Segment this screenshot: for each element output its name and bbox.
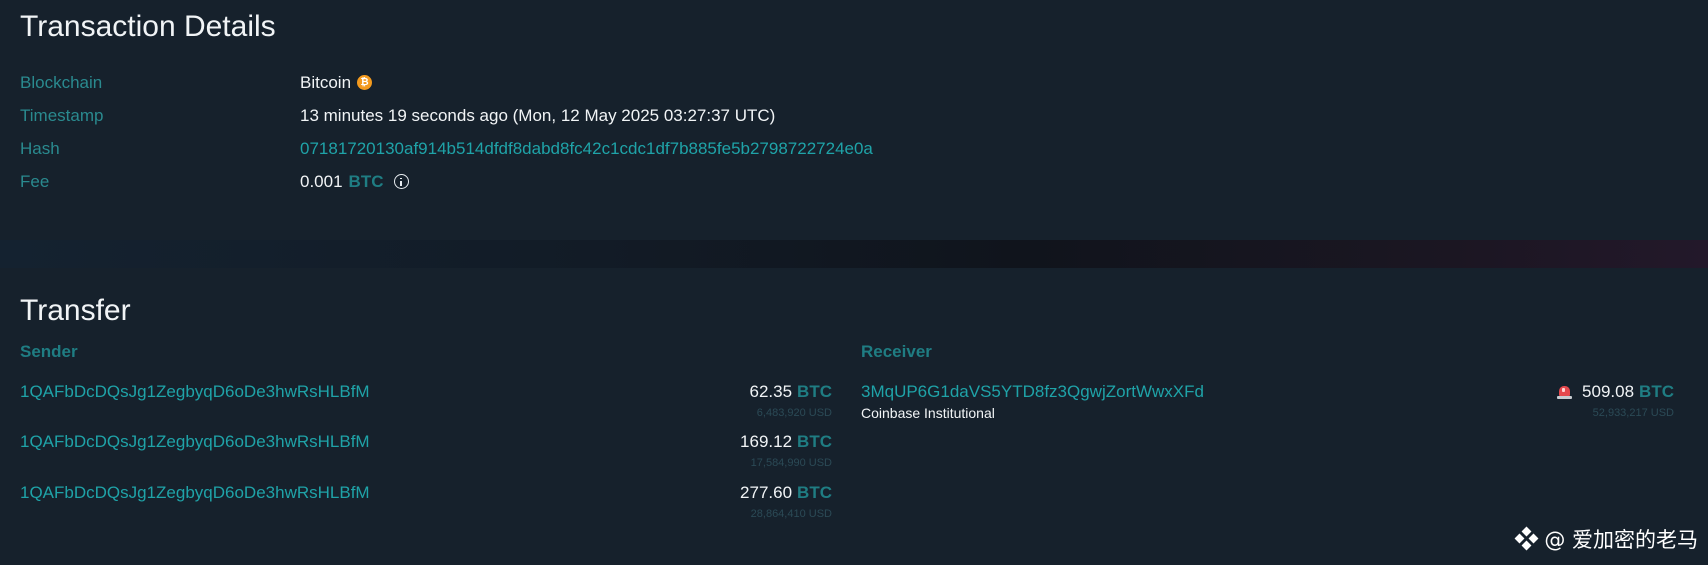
sender-usd-value: 28,864,410 USD	[750, 508, 832, 520]
transfer-title: Transfer	[20, 294, 131, 327]
sender-address-link[interactable]: 1QAFbDcDQsJg1ZegbyqD6oDe3hwRsHLBfM	[20, 484, 370, 501]
sender-amount-unit: BTC	[797, 432, 832, 451]
receiver-column-header: Receiver	[861, 342, 932, 361]
receiver-amount-unit: BTC	[1639, 382, 1674, 401]
sender-amount-value: 169.12	[740, 432, 793, 451]
blockchain-label: Blockchain	[20, 73, 103, 92]
blockchain-name: Bitcoin	[300, 73, 352, 92]
alert-siren-icon	[1556, 385, 1573, 399]
receiver-address-link[interactable]: 3MqUP6G1daVS5YTD8fz3QgwjZortWwxXFd	[861, 383, 1204, 400]
info-icon[interactable]	[393, 174, 409, 189]
fee-value: 0.001 BTC	[300, 173, 409, 190]
bitcoin-icon: ₿	[357, 75, 373, 90]
receiver-usd-value: 52,933,217 USD	[1592, 407, 1674, 419]
sender-amount: 62.35 BTC	[750, 383, 833, 400]
receiver-amount-value: 509.08	[1582, 382, 1635, 401]
hash-label: Hash	[20, 139, 60, 158]
blockchain-value: Bitcoin ₿	[300, 73, 373, 92]
sender-amount-value: 277.60	[740, 483, 793, 502]
sender-usd-value: 17,584,990 USD	[750, 457, 832, 469]
watermark-text: @ 爱加密的老马	[1544, 528, 1698, 552]
sender-usd-value: 6,483,920 USD	[756, 407, 832, 419]
sender-amount: 169.12 BTC	[740, 433, 832, 450]
sender-amount-value: 62.35	[749, 382, 793, 401]
watermark: @ 爱加密的老马	[1514, 524, 1698, 554]
sender-amount-unit: BTC	[797, 483, 832, 502]
section-divider	[0, 240, 1708, 268]
transaction-details-title: Transaction Details	[20, 10, 276, 43]
binance-logo-icon	[1514, 526, 1539, 551]
hash-link[interactable]: 07181720130af914b514dfdf8dabd8fc42c1cdc1…	[300, 140, 873, 157]
timestamp-label: Timestamp	[20, 106, 104, 125]
fee-unit: BTC	[348, 172, 384, 191]
fee-label: Fee	[20, 172, 50, 191]
sender-column-header: Sender	[20, 342, 78, 361]
receiver-amount: 509.08 BTC	[1556, 383, 1674, 400]
receiver-entity-label[interactable]: Coinbase Institutional	[861, 406, 995, 420]
transfer-panel	[0, 268, 1708, 565]
sender-amount-unit: BTC	[797, 382, 832, 401]
sender-address-link[interactable]: 1QAFbDcDQsJg1ZegbyqD6oDe3hwRsHLBfM	[20, 433, 370, 450]
fee-amount: 0.001	[300, 172, 343, 191]
sender-amount: 277.60 BTC	[740, 484, 832, 501]
timestamp-value: 13 minutes 19 seconds ago (Mon, 12 May 2…	[300, 106, 776, 125]
sender-address-link[interactable]: 1QAFbDcDQsJg1ZegbyqD6oDe3hwRsHLBfM	[20, 383, 370, 400]
